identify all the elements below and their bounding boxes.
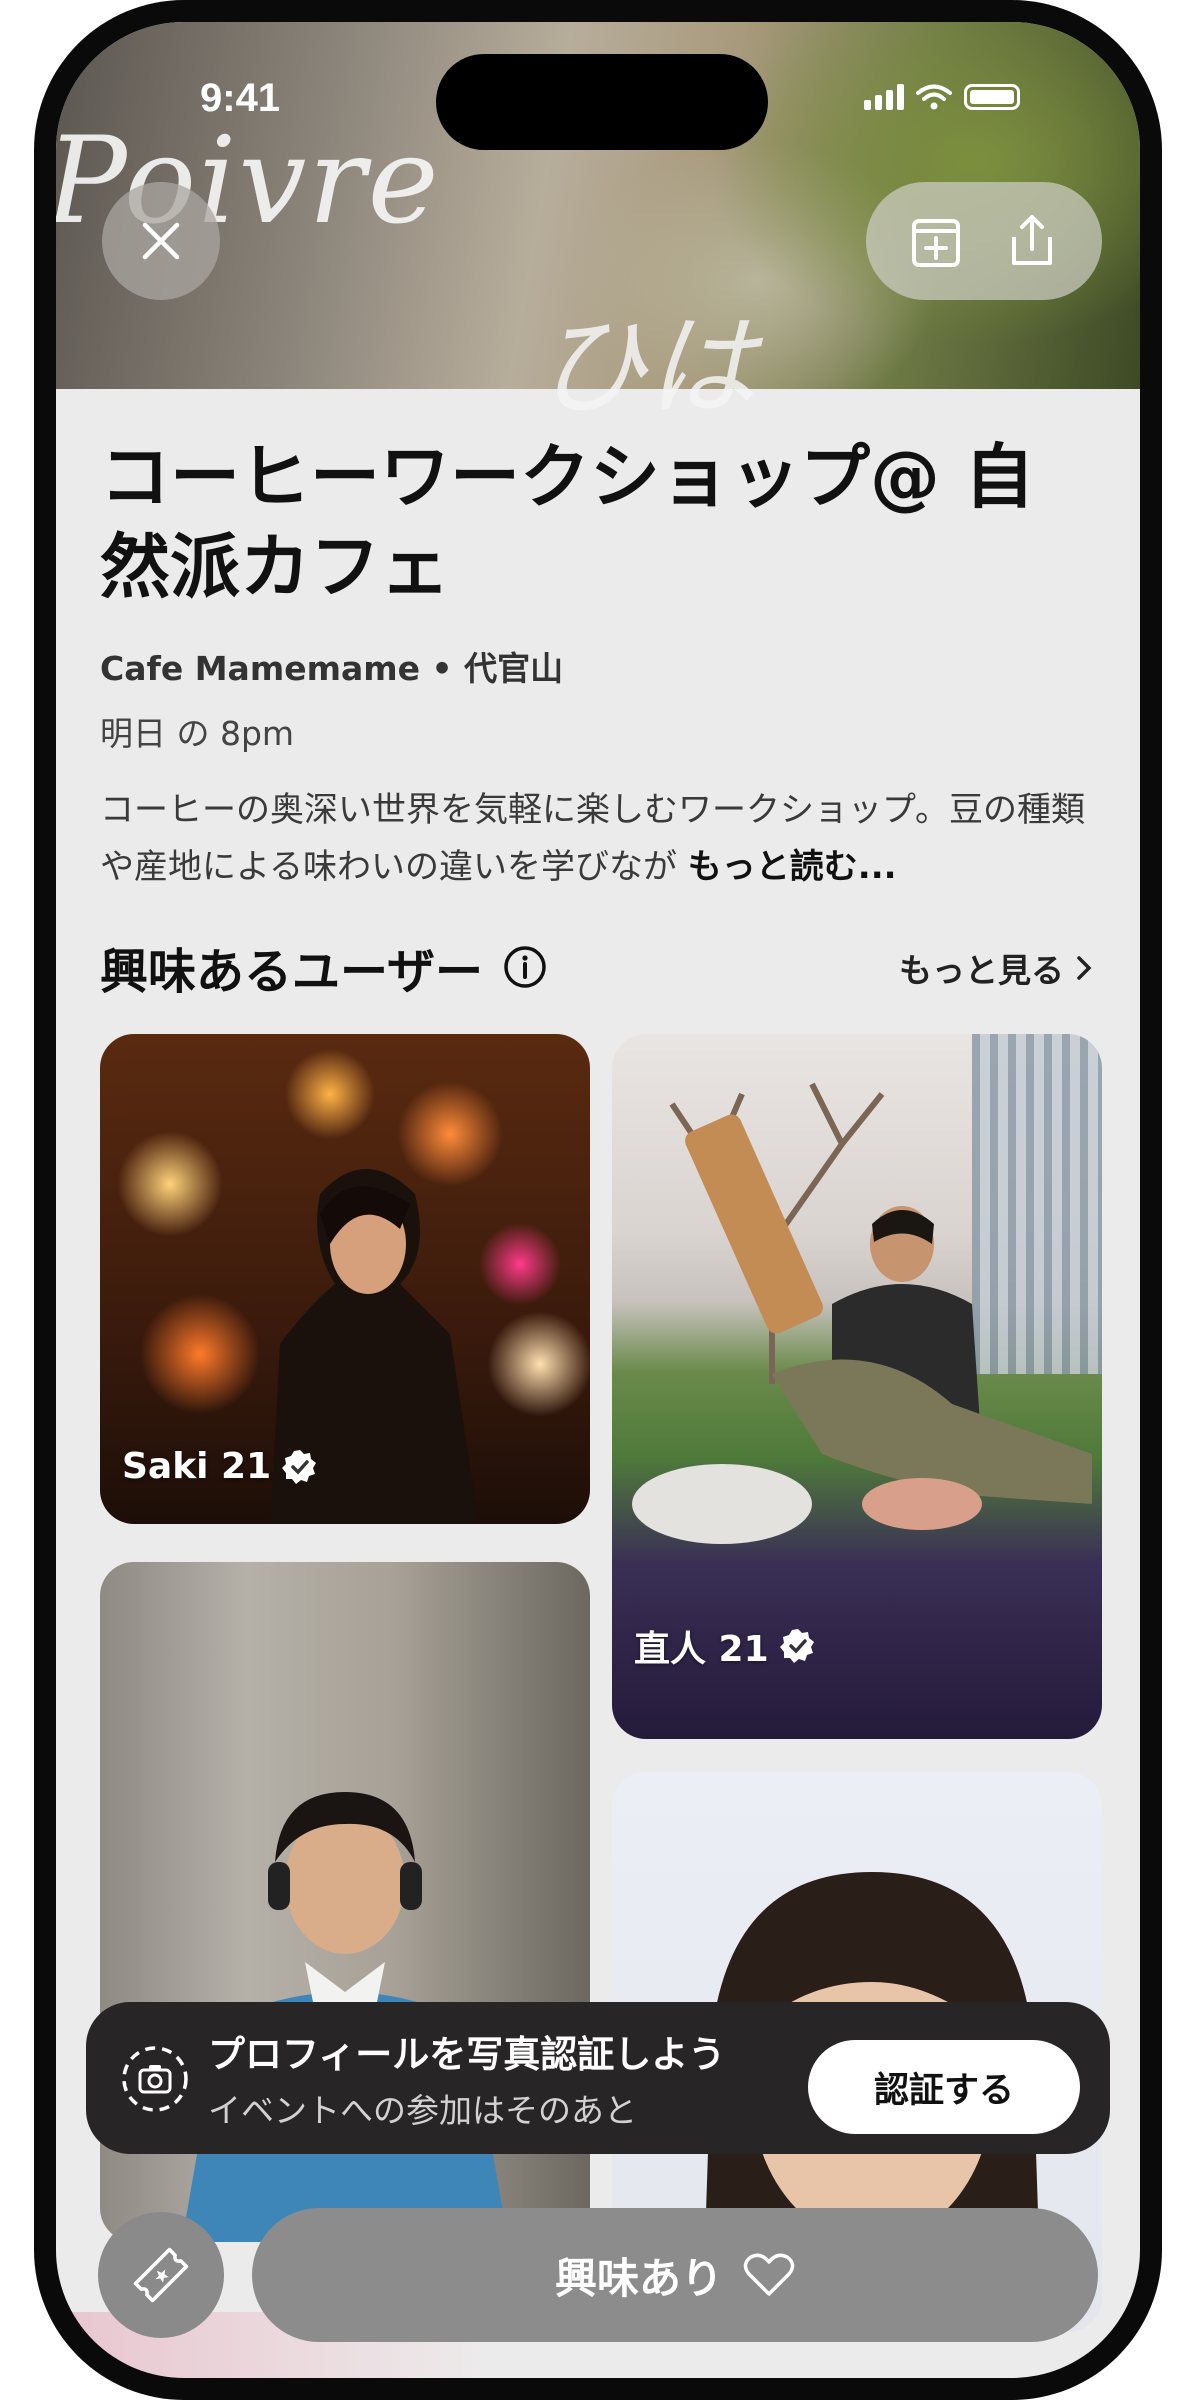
status-time: 9:41: [200, 76, 281, 120]
verify-button[interactable]: 認証する: [808, 2040, 1080, 2134]
read-more-link[interactable]: もっと読む...: [688, 847, 897, 887]
interested-button[interactable]: 興味あり: [252, 2208, 1098, 2342]
user-card-label: Saki 21: [122, 1446, 319, 1487]
interested-users-heading: 興味あるユーザー: [100, 932, 549, 1002]
share-icon[interactable]: [1002, 211, 1062, 271]
user-name-age: 直人 21: [634, 1629, 769, 1670]
photo-verification-banner: プロフィールを写真認証しよう イベントへの参加はそのあと 認証する: [86, 2002, 1110, 2154]
app-screen: Poivre ひは 9:41 コーヒーワークショップ@ 自然派カフェ Cafe …: [56, 22, 1140, 2378]
user-card-label: 直人 21: [634, 1620, 817, 1672]
user-photo: [181, 1792, 509, 2242]
ticket-button[interactable]: [98, 2212, 224, 2338]
event-description: コーヒーの奥深い世界を気軽に楽しむワークショップ。豆の種類や産地による味わいの違…: [100, 782, 1110, 896]
battery-icon: [964, 84, 1020, 110]
dynamic-island: [436, 54, 768, 150]
wifi-icon: [916, 84, 952, 110]
verified-badge-icon: [282, 1449, 317, 1484]
ticket-icon: [133, 2247, 189, 2303]
see-more-label: もっと見る: [899, 951, 1064, 990]
add-to-calendar-icon[interactable]: [906, 211, 966, 271]
verified-badge-icon: [779, 1629, 814, 1663]
hero-actions: [866, 182, 1102, 300]
hero-sign-text-2: ひは: [536, 303, 756, 431]
event-venue: Cafe Mamemame • 代官山: [100, 649, 564, 688]
status-icons: [864, 84, 1020, 110]
see-more-link[interactable]: もっと見る: [899, 944, 1094, 992]
close-button[interactable]: [102, 182, 220, 300]
heart-icon: [743, 2253, 795, 2296]
user-card[interactable]: 直人 21: [612, 1034, 1102, 1739]
banner-title: プロフィールを写真認証しよう: [208, 2033, 726, 2076]
user-photo: [632, 1206, 1092, 1544]
phone-frame: Poivre ひは 9:41 コーヒーワークショップ@ 自然派カフェ Cafe …: [34, 0, 1162, 2400]
user-card[interactable]: Saki 21: [100, 1034, 590, 1524]
section-title: 興味あるユーザー: [100, 944, 484, 1000]
user-name-age: Saki 21: [122, 1446, 272, 1487]
close-icon: [142, 222, 180, 260]
chevron-right-icon: [1077, 956, 1092, 980]
interested-label: 興味あり: [554, 2253, 723, 2303]
info-icon[interactable]: [501, 943, 549, 991]
camera-verify-icon: [122, 2046, 188, 2112]
description-text: コーヒーの奥深い世界を気軽に楽しむワークショップ。豆の種類や産地による味わいの違…: [100, 790, 1085, 887]
banner-subtitle: イベントへの参加はそのあと: [208, 2091, 637, 2130]
cellular-signal-icon: [864, 84, 904, 110]
event-time: 明日 の 8pm: [100, 714, 295, 753]
event-title: コーヒーワークショップ@ 自然派カフェ: [100, 436, 1035, 608]
